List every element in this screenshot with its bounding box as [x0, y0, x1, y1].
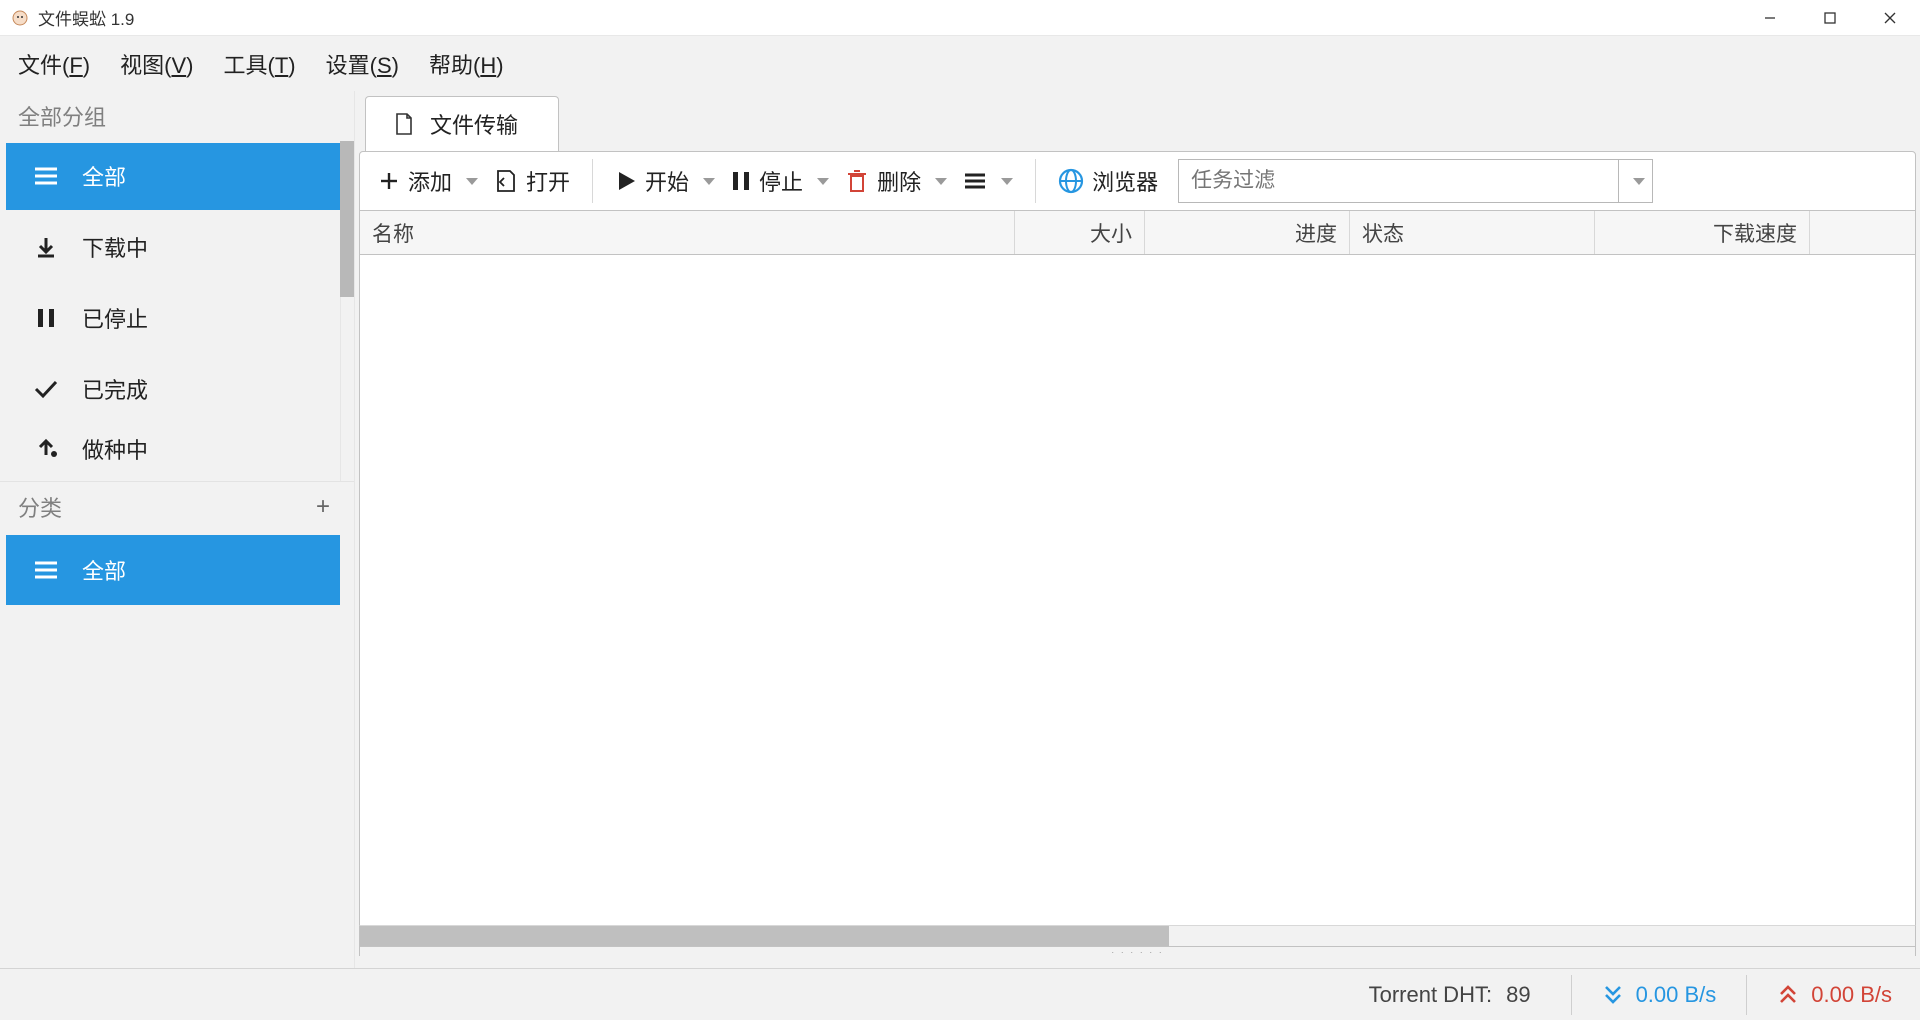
tab-label: 文件传输	[430, 108, 518, 140]
add-button[interactable]: 添加	[376, 157, 480, 205]
minimize-button[interactable]	[1740, 0, 1800, 36]
col-status[interactable]: 状态	[1350, 211, 1595, 254]
sidebar-item-seeding[interactable]: 做种中	[6, 427, 340, 475]
sidebar-item-label: 已完成	[82, 373, 148, 405]
sidebar-item-downloading[interactable]: 下载中	[6, 214, 340, 281]
sidebar-item-label: 做种中	[82, 433, 148, 465]
toolbar-label: 停止	[759, 165, 803, 197]
chevron-down-icon	[703, 178, 715, 185]
sidebar-item-all[interactable]: 全部	[6, 143, 340, 210]
filter-box	[1178, 159, 1653, 203]
splitter-handle[interactable]: · · · · · ·	[359, 947, 1916, 956]
status-upload-speed: 0.00 B/s	[1777, 982, 1892, 1008]
col-size[interactable]: 大小	[1015, 211, 1145, 254]
toolbar: 添加 打开 开始	[359, 151, 1916, 211]
menu-icon	[32, 162, 60, 190]
download-double-arrow-icon	[1602, 983, 1624, 1007]
trash-icon	[845, 168, 869, 194]
sidebar-category-label: 分类	[18, 491, 62, 523]
app-title: 文件蜈蚣 1.9	[38, 5, 134, 30]
pause-icon	[32, 304, 60, 332]
status-divider	[1571, 975, 1572, 1015]
upload-icon	[32, 433, 60, 461]
add-category-button[interactable]: +	[316, 493, 330, 521]
menu-bar: 文件(F) 视图(V) 工具(T) 设置(S) 帮助(H)	[0, 36, 1920, 91]
sidebar-item-label: 全部	[82, 554, 126, 586]
menu-tools[interactable]: 工具(T)	[223, 48, 295, 80]
status-bar: Torrent DHT: 89 0.00 B/s 0.00 B/s	[0, 968, 1920, 1020]
window-controls	[1740, 0, 1920, 36]
toolbar-label: 删除	[877, 165, 921, 197]
menu-settings[interactable]: 设置(S)	[326, 48, 399, 80]
horizontal-scroll-thumb[interactable]	[360, 926, 1169, 946]
status-download-speed: 0.00 B/s	[1602, 982, 1717, 1008]
tab-bar: 文件传输	[355, 91, 1920, 151]
stop-button[interactable]: 停止	[729, 157, 831, 205]
status-dht-value: 89	[1506, 982, 1530, 1008]
sidebar-item-stopped[interactable]: 已停止	[6, 285, 340, 352]
app-window: 文件蜈蚣 1.9 文件(F) 视图(V) 工具(T) 设置(S) 帮助(H) 全…	[0, 0, 1920, 1020]
toolbar-label: 开始	[645, 165, 689, 197]
sidebar-item-label: 全部	[82, 160, 126, 192]
list-options-button[interactable]	[961, 157, 1015, 205]
tab-file-transfer[interactable]: 文件传输	[365, 96, 559, 151]
filter-input[interactable]	[1179, 160, 1618, 202]
file-icon	[394, 112, 414, 136]
toolbar-label: 添加	[408, 165, 452, 197]
toolbar-divider	[592, 159, 593, 203]
chevron-down-icon	[817, 178, 829, 185]
plus-icon	[378, 170, 400, 192]
sidebar-scrollbar[interactable]	[340, 141, 354, 481]
menu-file[interactable]: 文件(F)	[18, 48, 90, 80]
col-progress[interactable]: 进度	[1145, 211, 1350, 254]
browser-button[interactable]: 浏览器	[1056, 157, 1160, 205]
sidebar-item-label: 已停止	[82, 302, 148, 334]
menu-icon	[32, 556, 60, 584]
sidebar-group-list: 全部 下载中 已停止	[0, 141, 354, 481]
sidebar-scroll-thumb[interactable]	[340, 141, 354, 297]
pause-icon	[731, 169, 751, 193]
chevron-down-icon	[1001, 178, 1013, 185]
filter-dropdown[interactable]	[1618, 160, 1652, 202]
close-button[interactable]	[1860, 0, 1920, 36]
maximize-button[interactable]	[1800, 0, 1860, 36]
status-divider	[1746, 975, 1747, 1015]
sidebar-category-header: 分类 +	[0, 481, 354, 531]
horizontal-scrollbar[interactable]	[359, 925, 1916, 947]
chevron-down-icon	[935, 178, 947, 185]
toolbar-label: 浏览器	[1092, 165, 1158, 197]
chevron-down-icon	[466, 178, 478, 185]
sidebar-category-all[interactable]: 全部	[6, 535, 340, 605]
open-file-icon	[494, 168, 518, 194]
main-panel: 文件传输 添加 打开	[355, 91, 1920, 968]
check-icon	[32, 375, 60, 403]
col-down-speed[interactable]: 下载速度	[1595, 211, 1810, 254]
status-dht-label: Torrent DHT:	[1369, 982, 1492, 1008]
sidebar-item-completed[interactable]: 已完成	[6, 356, 340, 423]
menu-view[interactable]: 视图(V)	[120, 48, 193, 80]
status-value: 0.00 B/s	[1811, 982, 1892, 1008]
table-header: 名称 大小 进度 状态 下载速度	[359, 211, 1916, 255]
download-icon	[32, 233, 60, 261]
menu-help[interactable]: 帮助(H)	[429, 48, 504, 80]
sidebar-item-label: 下载中	[82, 231, 148, 263]
play-icon	[615, 169, 637, 193]
col-extra[interactable]	[1810, 211, 1915, 254]
table-body	[359, 255, 1916, 925]
globe-icon	[1058, 168, 1084, 194]
sidebar: 全部分组 全部 下载中	[0, 91, 355, 968]
title-bar: 文件蜈蚣 1.9	[0, 0, 1920, 36]
toolbar-label: 打开	[526, 165, 570, 197]
chevron-down-icon	[1633, 178, 1645, 185]
toolbar-divider	[1035, 159, 1036, 203]
sidebar-group-header: 全部分组	[0, 91, 354, 141]
status-value: 0.00 B/s	[1636, 982, 1717, 1008]
menu-icon	[963, 171, 987, 191]
start-button[interactable]: 开始	[613, 157, 717, 205]
col-name[interactable]: 名称	[360, 211, 1015, 254]
upload-double-arrow-icon	[1777, 983, 1799, 1007]
open-button[interactable]: 打开	[492, 157, 572, 205]
delete-button[interactable]: 删除	[843, 157, 949, 205]
app-icon	[10, 8, 30, 28]
